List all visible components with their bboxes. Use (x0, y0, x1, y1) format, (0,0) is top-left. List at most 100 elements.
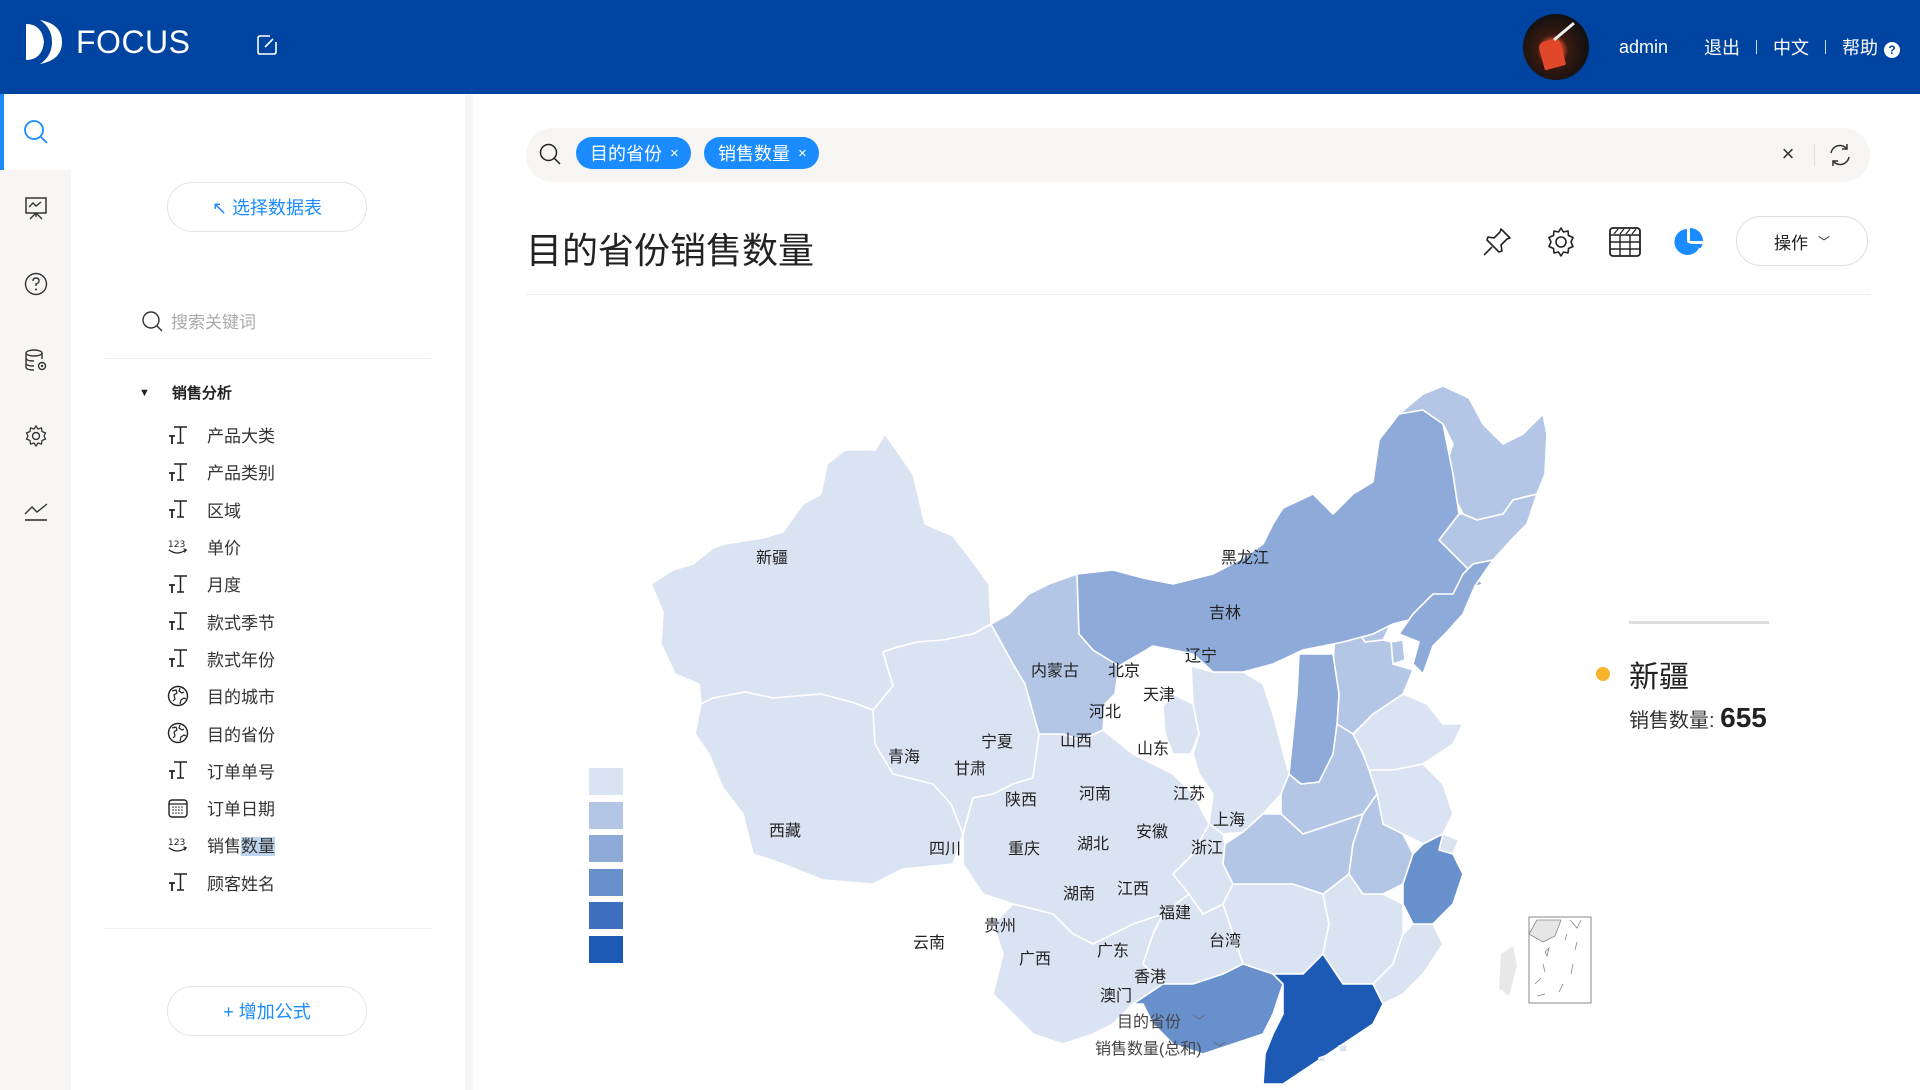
province-label: 黑龙江 (1221, 548, 1269, 567)
province-label: 香港 (1134, 967, 1166, 986)
field-item[interactable]: 目的省份 (167, 714, 275, 751)
chevron-down-icon: ﹀ (1193, 1013, 1206, 1028)
rail-help[interactable] (0, 246, 71, 322)
edit-icon[interactable] (256, 34, 278, 56)
icon-rail (0, 94, 71, 1090)
province-region[interactable] (1190, 665, 1290, 835)
brand-name: FOCUS (76, 23, 191, 60)
rail-search[interactable] (0, 94, 71, 170)
divider (1756, 40, 1757, 54)
province-label: 西藏 (769, 821, 801, 840)
province-region[interactable] (1338, 1043, 1348, 1053)
field-item[interactable]: 产品大类 (167, 416, 275, 453)
search-icon (23, 120, 48, 144)
province-label: 江苏 (1173, 784, 1205, 803)
language-link[interactable]: 中文 (1773, 34, 1809, 60)
field-item[interactable]: 月度 (167, 565, 275, 602)
field-panel: ↖ 选择数据表 搜索关键词 ▼ 销售分析 产品大类产品类别 区域 123 单价月度款式… (71, 94, 465, 1090)
province-region[interactable] (1318, 1055, 1326, 1063)
field-item[interactable]: 款式年份 (167, 640, 275, 677)
text-field-icon (167, 610, 189, 632)
question-circle-icon (24, 272, 47, 296)
user-area: admin 退出 中文 帮助? (1522, 12, 1900, 82)
field-item[interactable]: 款式季节 (167, 602, 275, 639)
field-item[interactable]: 123 单价 (167, 528, 275, 565)
panel-divider (105, 358, 431, 359)
presentation-chart-icon (24, 197, 47, 220)
help-label: 帮助 (1842, 38, 1878, 58)
field-label: 订单日期 (207, 800, 275, 820)
province-label: 广西 (1019, 949, 1051, 968)
province-label: 湖南 (1063, 884, 1095, 903)
globe-icon (167, 685, 189, 707)
province-label: 青海 (888, 747, 920, 766)
south-china-sea-inset (1528, 916, 1592, 1004)
province-label: 宁夏 (981, 732, 1013, 751)
field-item[interactable]: 目的城市 (167, 677, 275, 714)
field-item[interactable]: 产品类别 (167, 453, 275, 490)
province-label: 吉林 (1209, 603, 1241, 622)
province-label: 台湾 (1209, 931, 1241, 950)
province-label: 河南 (1079, 784, 1111, 803)
rail-dashboard[interactable] (0, 170, 71, 246)
field-item[interactable]: 区域 (167, 491, 275, 528)
keyword-search[interactable]: 搜索关键词 (141, 308, 256, 333)
province-label: 安徽 (1136, 822, 1168, 841)
province-label: 陕西 (1005, 790, 1037, 809)
legend-swatch[interactable] (589, 768, 623, 795)
legend-swatch[interactable] (589, 868, 623, 896)
text-field-icon (167, 573, 189, 595)
text-field-icon (167, 461, 189, 483)
svg-text:123: 123 (168, 837, 186, 848)
measure-selector[interactable]: 销售数量(总和) ﹀ (1095, 1035, 1226, 1059)
top-bar: FOCUS admin 退出 中文 帮助? (0, 0, 1920, 94)
field-item[interactable]: 订单单号 (167, 752, 275, 789)
field-label: 目的城市 (207, 688, 275, 708)
field-item[interactable]: 订单日期 (167, 789, 275, 826)
add-formula-button[interactable]: + 增加公式 (167, 986, 367, 1036)
province-label: 广东 (1097, 941, 1129, 960)
divider (1825, 40, 1826, 54)
province-label: 江西 (1117, 879, 1149, 898)
field-item[interactable]: 顾客姓名 (167, 864, 275, 901)
field-group-label: 销售分析 (171, 385, 232, 402)
field-label: 顾客姓名 (207, 874, 275, 894)
field-label: 月度 (207, 576, 241, 596)
province-label: 上海 (1213, 810, 1245, 829)
rail-settings[interactable] (0, 398, 71, 474)
dimension-selector[interactable]: 目的省份 ﹀ (1117, 1008, 1205, 1032)
number-field-icon: 123 (167, 536, 189, 558)
province-label: 浙江 (1191, 838, 1223, 857)
tooltip-value: 销售数量: 655 (1629, 702, 1767, 734)
gear-icon (25, 424, 46, 448)
legend-swatch[interactable] (589, 835, 623, 862)
field-label: 目的省份 (207, 725, 275, 745)
province-label: 河北 (1089, 702, 1121, 721)
logo[interactable]: FOCUS (24, 18, 191, 66)
text-field-icon (167, 424, 189, 446)
legend-swatch[interactable] (589, 935, 623, 963)
chevron-down-icon: ﹀ (1213, 1040, 1226, 1055)
province-label: 贵州 (984, 916, 1016, 935)
rail-trends[interactable] (0, 474, 71, 550)
field-label: 产品大类 (207, 427, 275, 447)
legend-swatch[interactable] (589, 801, 623, 829)
panel-divider (105, 928, 431, 929)
select-table-button[interactable]: ↖ 选择数据表 (167, 182, 367, 232)
username[interactable]: admin (1619, 37, 1668, 58)
focus-logo-icon (26, 20, 62, 64)
field-item[interactable]: 123 销售数量 (167, 826, 275, 863)
calendar-icon (167, 797, 189, 819)
avatar[interactable] (1522, 14, 1589, 80)
logout-link[interactable]: 退出 (1704, 34, 1740, 60)
province-label: 湖北 (1077, 834, 1109, 853)
field-label: 订单单号 (207, 762, 275, 782)
help-link[interactable]: 帮助? (1842, 34, 1900, 60)
rail-data[interactable] (0, 322, 71, 398)
globe-icon (167, 722, 189, 744)
measure-label: 销售数量(总和) (1095, 1041, 1202, 1058)
legend-swatch[interactable] (589, 902, 623, 929)
field-group-header[interactable]: ▼ 销售分析 (139, 382, 232, 403)
tooltip-dot (1596, 667, 1610, 681)
province-region[interactable] (1499, 946, 1517, 996)
